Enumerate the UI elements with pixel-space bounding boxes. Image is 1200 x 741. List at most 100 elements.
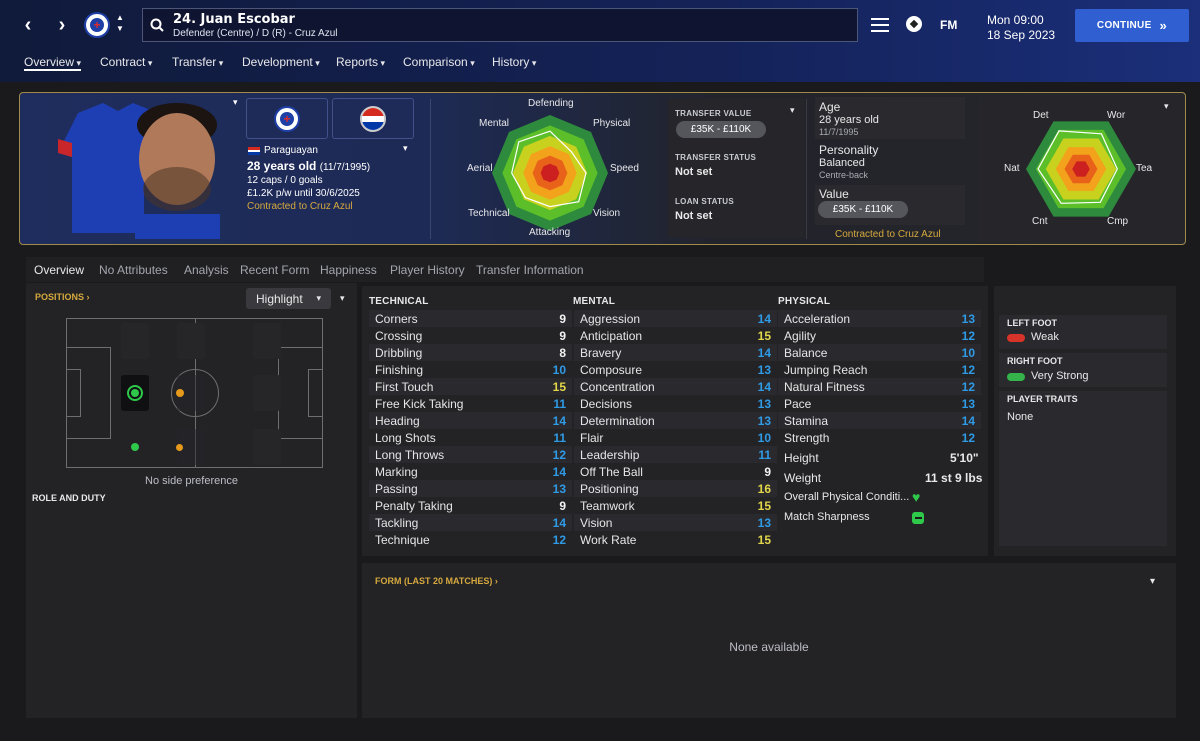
technical-row[interactable]: Marking 14 xyxy=(369,463,572,480)
technical-row[interactable]: Corners 9 xyxy=(369,310,572,327)
technical-row[interactable]: Dribbling 8 xyxy=(369,344,572,361)
attribute-value: 8 xyxy=(559,345,566,360)
cruz-azul-crest-icon: + xyxy=(274,105,300,132)
technical-row[interactable]: Long Shots 11 xyxy=(369,429,572,446)
tab-overview[interactable]: Overview xyxy=(34,263,84,277)
mental-row[interactable]: Concentration 14 xyxy=(574,378,777,395)
physical-title: PHYSICAL xyxy=(778,296,831,307)
contract-line[interactable]: Contracted to Cruz Azul xyxy=(247,201,353,212)
positions-dropdown-chevron-icon[interactable]: ▾ xyxy=(340,293,345,304)
mental-row[interactable]: Flair 10 xyxy=(574,429,777,446)
attribute-name: Passing xyxy=(375,481,418,496)
highlight-select[interactable]: Highlight ▾ xyxy=(246,288,331,309)
physical-row[interactable]: Balance 10 xyxy=(778,344,981,361)
left-foot-value: Weak xyxy=(1031,331,1059,343)
position-dm-dot[interactable] xyxy=(176,389,184,397)
mental-row[interactable]: Off The Ball 9 xyxy=(574,463,777,480)
technical-row[interactable]: Long Throws 12 xyxy=(369,446,572,463)
physical-row[interactable]: Strength 12 xyxy=(778,429,981,446)
position-dr-dot[interactable] xyxy=(131,443,139,451)
club-switch-chevrons-icon[interactable]: ▲ ▼ xyxy=(116,12,124,34)
position-wbr-dot[interactable] xyxy=(176,444,183,451)
tab-player-history[interactable]: Player History xyxy=(390,263,465,277)
mental-row[interactable]: Aggression 14 xyxy=(574,310,777,327)
player-search-box[interactable]: 24. Juan Escobar Defender (Centre) / D (… xyxy=(142,8,858,42)
info-contract-line[interactable]: Contracted to Cruz Azul xyxy=(835,229,941,240)
tab-analysis[interactable]: Analysis xyxy=(184,263,229,277)
mental-row[interactable]: Positioning 16 xyxy=(574,480,777,497)
attribute-name: Balance xyxy=(784,345,828,360)
hamburger-menu-icon[interactable] xyxy=(871,18,889,32)
physical-row[interactable]: Pace 13 xyxy=(778,395,981,412)
mental-row[interactable]: Work Rate 15 xyxy=(574,531,777,548)
physical-row[interactable]: Agility 12 xyxy=(778,327,981,344)
attribute-name: Marking xyxy=(375,464,418,479)
radar2-label-tea: Tea xyxy=(1136,163,1153,174)
height-value: 5'10" xyxy=(950,451,979,465)
club-crest-icon[interactable]: + xyxy=(84,12,110,38)
attribute-name: Off The Ball xyxy=(580,464,643,479)
back-arrow-icon[interactable]: ‹ xyxy=(13,10,43,40)
physical-row[interactable]: Jumping Reach 12 xyxy=(778,361,981,378)
tab-recent-form[interactable]: Recent Form xyxy=(240,263,309,277)
mental-row[interactable]: Decisions 13 xyxy=(574,395,777,412)
mental-row[interactable]: Determination 13 xyxy=(574,412,777,429)
menu-contract[interactable]: Contract xyxy=(100,55,152,69)
transfer-panel: TRANSFER VALUE ▾ £35K - £110K TRANSFER S… xyxy=(668,99,804,237)
mental-row[interactable]: Composure 13 xyxy=(574,361,777,378)
position-dc-slot[interactable] xyxy=(121,375,149,411)
tab-no-attributes[interactable]: No Attributes xyxy=(99,263,168,277)
tab-transfer-information[interactable]: Transfer Information xyxy=(476,263,584,277)
form-empty-text: None available xyxy=(729,640,809,654)
football-icon[interactable] xyxy=(906,16,922,32)
technical-row[interactable]: First Touch 15 xyxy=(369,378,572,395)
attribute-name: Decisions xyxy=(580,396,633,411)
physical-row[interactable]: Stamina 14 xyxy=(778,412,981,429)
menu-development[interactable]: Development xyxy=(242,55,320,69)
attribute-value: 11 xyxy=(553,430,566,445)
attribute-value: 14 xyxy=(757,379,771,394)
forward-arrow-icon[interactable]: › xyxy=(47,10,77,40)
technical-row[interactable]: Tackling 14 xyxy=(369,514,572,531)
mental-row[interactable]: Leadership 11 xyxy=(574,446,777,463)
photo-dropdown-chevron-icon[interactable]: ▾ xyxy=(233,97,238,108)
menu-comparison[interactable]: Comparison xyxy=(403,55,475,69)
form-title[interactable]: FORM (LAST 20 MATCHES) › xyxy=(375,576,498,586)
menu-reports[interactable]: Reports xyxy=(336,55,385,69)
menu-transfer[interactable]: Transfer xyxy=(172,55,223,69)
mental-row[interactable]: Teamwork 15 xyxy=(574,497,777,514)
mental-row[interactable]: Bravery 14 xyxy=(574,344,777,361)
technical-row[interactable]: Crossing 9 xyxy=(369,327,572,344)
club-badge-card[interactable]: + xyxy=(246,98,328,139)
positions-title[interactable]: POSITIONS › xyxy=(35,292,90,302)
badge-dropdown-chevron-icon[interactable]: ▾ xyxy=(403,143,408,154)
game-time: Mon 09:00 xyxy=(987,13,1044,27)
physical-row[interactable]: Natural Fitness 12 xyxy=(778,378,981,395)
technical-row[interactable]: Technique 12 xyxy=(369,531,572,548)
technical-row[interactable]: Heading 14 xyxy=(369,412,572,429)
mental-list: Aggression 14 Anticipation 15 Bravery 14 Compo… xyxy=(574,310,777,548)
height-label: Height xyxy=(784,451,819,465)
continue-button[interactable]: CONTINUE » xyxy=(1075,9,1189,42)
technical-row[interactable]: Passing 13 xyxy=(369,480,572,497)
mental-row[interactable]: Vision 13 xyxy=(574,514,777,531)
dob-text: (11/7/1995) xyxy=(319,162,371,173)
technical-list: Corners 9 Crossing 9 Dribbling 8 Finishing 10 Fi… xyxy=(369,310,572,548)
form-chevron-down-icon[interactable]: ▾ xyxy=(1150,576,1155,587)
radar2-dropdown-chevron-icon[interactable]: ▾ xyxy=(1164,101,1169,112)
transfer-dropdown-chevron-icon[interactable]: ▾ xyxy=(790,105,795,116)
heart-icon: ♥ xyxy=(912,489,921,505)
fm-logo[interactable]: FM xyxy=(940,18,957,32)
mental-row[interactable]: Anticipation 15 xyxy=(574,327,777,344)
attribute-value: 9 xyxy=(764,464,771,479)
menu-overview[interactable]: Overview xyxy=(24,55,82,71)
technical-row[interactable]: Free Kick Taking 11 xyxy=(369,395,572,412)
tab-happiness[interactable]: Happiness xyxy=(320,263,377,277)
technical-row[interactable]: Penalty Taking 9 xyxy=(369,497,572,514)
menu-history[interactable]: History xyxy=(492,55,536,69)
attribute-value: 13 xyxy=(757,515,771,530)
technical-title: TECHNICAL xyxy=(369,296,429,307)
technical-row[interactable]: Finishing 10 xyxy=(369,361,572,378)
national-badge-card[interactable] xyxy=(332,98,414,139)
physical-row[interactable]: Acceleration 13 xyxy=(778,310,981,327)
